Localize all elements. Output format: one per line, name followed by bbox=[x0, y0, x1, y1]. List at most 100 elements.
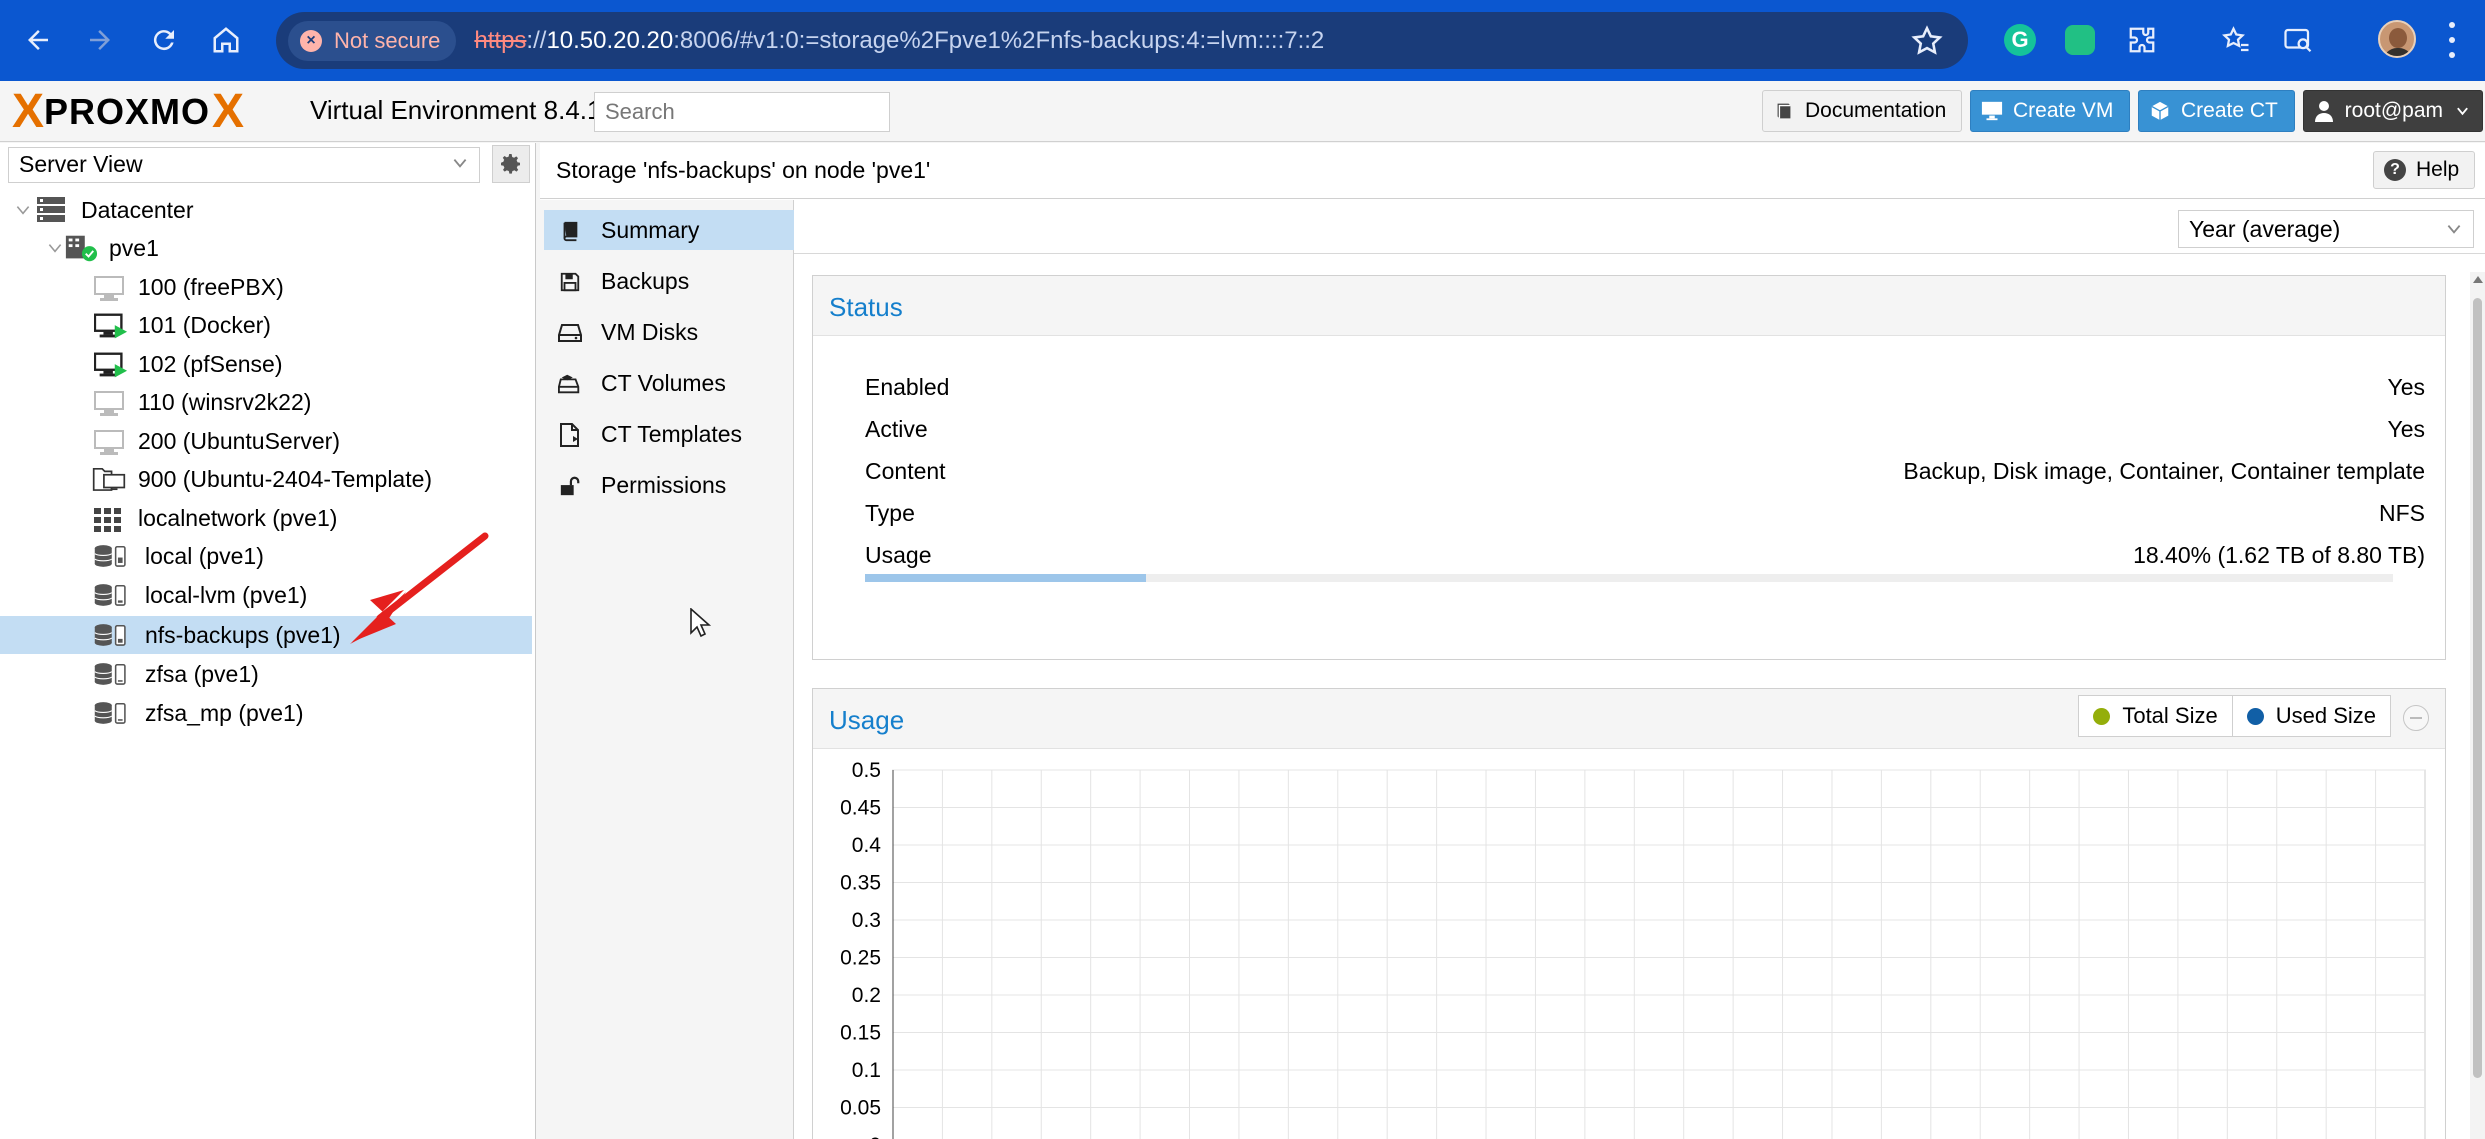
tree-item-vm-110[interactable]: 110 (winsrv2k22) bbox=[0, 383, 532, 421]
subnav-label: CT Templates bbox=[601, 420, 743, 447]
grammarly-extension-button[interactable]: G bbox=[2000, 20, 2040, 60]
home-icon bbox=[213, 27, 239, 53]
tree-item-vm-200[interactable]: 200 (UbuntuServer) bbox=[0, 422, 532, 460]
status-key: Active bbox=[865, 416, 928, 442]
tree-item-label: Datacenter bbox=[81, 196, 194, 223]
extension-button[interactable] bbox=[2060, 20, 2100, 60]
legend-collapse-icon[interactable] bbox=[2403, 705, 2429, 731]
reload-icon bbox=[153, 30, 174, 51]
bookmark-star-icon[interactable] bbox=[1910, 24, 1944, 58]
vertical-scrollbar[interactable] bbox=[2470, 272, 2485, 1139]
back-arrow-icon bbox=[28, 30, 48, 50]
y-tick-label: 0.1 bbox=[852, 1059, 881, 1082]
reload-button[interactable] bbox=[142, 18, 186, 62]
legend-used-size[interactable]: Used Size bbox=[2231, 696, 2390, 736]
documentation-label: Documentation bbox=[1805, 99, 1947, 122]
tree-item-storage-local-lvm[interactable]: local-lvm (pve1) bbox=[0, 576, 532, 614]
timeframe-select[interactable]: Year (average) bbox=[2178, 210, 2474, 248]
subnav-summary[interactable]: Summary bbox=[544, 210, 794, 250]
subnav-ct-volumes[interactable]: CT Volumes bbox=[544, 363, 794, 403]
tree-item-vm-102[interactable]: 102 (pfSense) bbox=[0, 345, 532, 383]
chevron-down-icon[interactable] bbox=[46, 239, 64, 257]
subnav-ct-templates[interactable]: CT Templates bbox=[544, 414, 794, 454]
tree-item-template-900[interactable]: 900 (Ubuntu-2404-Template) bbox=[0, 460, 532, 498]
tab-search-button[interactable] bbox=[2278, 20, 2318, 60]
tree-item-storage-zfsa-mp[interactable]: zfsa_mp (pve1) bbox=[0, 694, 532, 732]
tree-item-datacenter[interactable]: Datacenter bbox=[0, 191, 532, 229]
usage-heading: Usage bbox=[829, 705, 905, 735]
url-text[interactable]: https://10.50.20.20:8006/#v1:0:=storage%… bbox=[474, 27, 1324, 55]
profile-avatar[interactable] bbox=[2378, 20, 2416, 58]
storage-icon bbox=[94, 659, 128, 689]
status-row-type: Type NFS bbox=[865, 500, 2425, 530]
usage-value: 18.40% (1.62 TB of 8.80 TB) bbox=[2133, 542, 2425, 568]
create-ct-button[interactable]: Create CT bbox=[2138, 90, 2295, 132]
tree-item-label: localnetwork (pve1) bbox=[138, 504, 338, 531]
scrollbar-thumb[interactable] bbox=[2473, 298, 2482, 1078]
y-tick-label: 0.2 bbox=[852, 984, 881, 1007]
y-tick-label: 0.5 bbox=[852, 759, 881, 782]
url-path: :8006/#v1:0:=storage%2Fpve1%2Fnfs-backup… bbox=[673, 26, 1325, 54]
bookmarks-button[interactable] bbox=[2216, 20, 2256, 60]
search-input[interactable] bbox=[594, 92, 890, 132]
cube-icon bbox=[2149, 100, 2171, 122]
vm-stopped-icon bbox=[94, 389, 128, 419]
resource-tree-panel: Server View Datacenter pve1 100 (freePBX… bbox=[0, 143, 536, 1139]
tree-item-storage-zfsa[interactable]: zfsa (pve1) bbox=[0, 655, 532, 693]
user-icon bbox=[2314, 100, 2335, 122]
server-view-select[interactable]: Server View bbox=[8, 147, 480, 183]
tree-item-vm-100[interactable]: 100 (freePBX) bbox=[0, 268, 532, 306]
subnav-vm-disks[interactable]: VM Disks bbox=[544, 312, 794, 352]
status-value: Backup, Disk image, Container, Container… bbox=[1903, 458, 2425, 484]
usage-label: Usage bbox=[865, 542, 932, 568]
address-bar[interactable]: × Not secure https://10.50.20.20:8006/#v… bbox=[276, 12, 1968, 69]
tree-item-node-pve1[interactable]: pve1 bbox=[0, 229, 532, 267]
usage-chart-panel: Usage Total Size Used Size 0.5 0.45 0.4 0.3… bbox=[812, 688, 2446, 1139]
create-vm-button[interactable]: Create VM bbox=[1970, 90, 2130, 132]
storage-icon bbox=[94, 698, 128, 728]
mouse-cursor-icon bbox=[690, 608, 712, 638]
usage-progress-fill bbox=[865, 574, 1147, 582]
status-row-content: Content Backup, Disk image, Container, C… bbox=[865, 458, 2425, 488]
hdd-icon bbox=[558, 321, 582, 345]
tree-item-label: 900 (Ubuntu-2404-Template) bbox=[138, 465, 433, 492]
ct-volume-icon bbox=[558, 372, 582, 396]
security-chip[interactable]: × Not secure bbox=[288, 20, 457, 61]
legend-total-size[interactable]: Total Size bbox=[2079, 696, 2231, 736]
create-vm-label: Create VM bbox=[2013, 99, 2114, 122]
puzzle-icon bbox=[2129, 27, 2155, 53]
subnav-backups[interactable]: Backups bbox=[544, 261, 794, 301]
tree-item-localnetwork[interactable]: localnetwork (pve1) bbox=[0, 499, 532, 537]
subnav-label: VM Disks bbox=[601, 318, 699, 345]
home-button[interactable] bbox=[204, 18, 248, 62]
subnav-permissions[interactable]: Permissions bbox=[544, 465, 794, 505]
tree-settings-button[interactable] bbox=[492, 145, 530, 183]
chevron-down-icon[interactable] bbox=[14, 201, 32, 219]
tree-item-vm-101[interactable]: 101 (Docker) bbox=[0, 306, 532, 344]
extensions-menu-button[interactable] bbox=[2122, 20, 2162, 60]
tab-search-icon bbox=[2284, 28, 2312, 53]
legend-label: Total Size bbox=[2122, 703, 2218, 728]
tree-item-label: 101 (Docker) bbox=[138, 311, 271, 338]
sdn-grid-icon bbox=[94, 505, 128, 535]
tree-item-label: zfsa (pve1) bbox=[145, 660, 259, 687]
user-menu-button[interactable]: root@pam bbox=[2303, 90, 2483, 132]
content-panel: Storage 'nfs-backups' on node 'pve1' ? H… bbox=[540, 143, 2485, 1139]
usage-progress-bar bbox=[865, 574, 2393, 582]
tree-item-storage-local[interactable]: local (pve1) bbox=[0, 537, 532, 575]
tree-item-label: local-lvm (pve1) bbox=[145, 581, 308, 608]
storage-icon bbox=[94, 620, 128, 650]
page-title: Storage 'nfs-backups' on node 'pve1' bbox=[556, 157, 931, 183]
tree-item-label: 100 (freePBX) bbox=[138, 273, 284, 300]
y-tick-label: 0.05 bbox=[840, 1097, 881, 1120]
scroll-up-icon[interactable] bbox=[2473, 276, 2483, 283]
browser-menu-icon[interactable] bbox=[2446, 22, 2458, 58]
back-button[interactable] bbox=[16, 18, 60, 62]
help-button[interactable]: ? Help bbox=[2373, 151, 2475, 189]
forward-button[interactable] bbox=[78, 18, 122, 62]
status-heading: Status bbox=[829, 292, 903, 322]
tree-item-storage-nfs-backups[interactable]: nfs-backups (pve1) bbox=[0, 616, 532, 654]
y-tick-label: 0.4 bbox=[852, 834, 882, 857]
documentation-button[interactable]: Documentation bbox=[1762, 90, 1962, 132]
vm-stopped-icon bbox=[94, 428, 128, 458]
